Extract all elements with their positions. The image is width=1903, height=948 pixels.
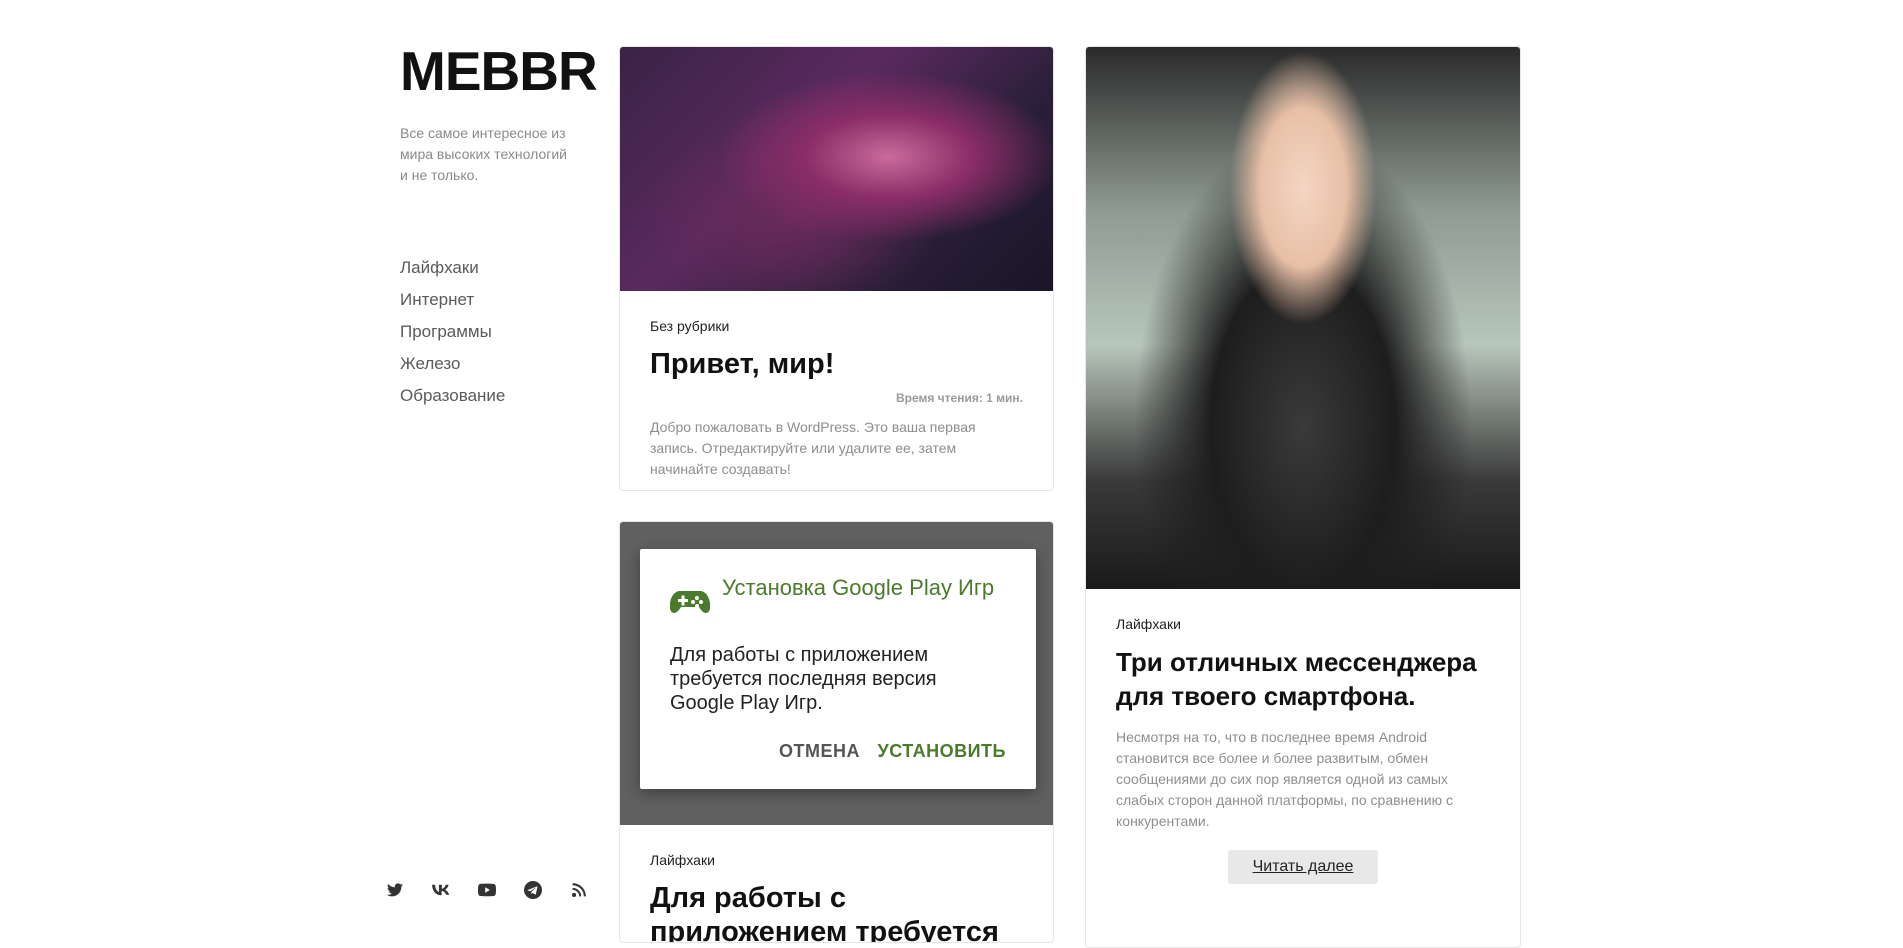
post-category[interactable]: Без рубрики [650,318,1023,334]
rss-icon[interactable] [569,880,589,900]
dialog-install-label: УСТАНОВИТЬ [877,741,1006,761]
post-category[interactable]: Лайфхаки [650,852,1023,868]
dialog-body: Для работы с приложением требуется после… [670,644,937,714]
post-thumbnail[interactable] [1086,47,1520,589]
post-card-google-play[interactable]: Установка Google Play Игр Для работы с п… [619,521,1054,943]
category-nav: Лайфхаки Интернет Программы Железо Образ… [400,252,580,412]
nav-item-education[interactable]: Образование [400,380,580,412]
read-more-button[interactable]: Читать далее [1228,850,1378,884]
nav-item-lifehacks[interactable]: Лайфхаки [400,252,580,284]
post-title[interactable]: Для работы с приложением требуется [650,881,1023,942]
post-card-hello-world[interactable]: Без рубрики Привет, мир! Время чтения: 1… [619,46,1054,491]
post-thumbnail[interactable]: Установка Google Play Игр Для работы с п… [620,522,1053,825]
post-read-time: Время чтения: 1 мин. [895,391,1023,405]
post-title[interactable]: Привет, мир! [650,347,1023,381]
google-play-dialog-image: Установка Google Play Игр Для работы с п… [640,549,1036,789]
dialog-title: Установка Google Play Игр [722,575,995,600]
twitter-icon[interactable] [385,880,405,900]
nav-item-internet[interactable]: Интернет [400,284,580,316]
nav-item-programs[interactable]: Программы [400,316,580,348]
site-tagline: Все самое интересное из мира высоких тех… [400,125,567,183]
vk-icon[interactable] [431,880,451,900]
gamepad-icon [670,591,710,613]
post-title[interactable]: Три отличных мессенджера для твоего смар… [1116,645,1490,713]
post-card-messengers[interactable]: Лайфхаки Три отличных мессенджера для тв… [1085,46,1521,948]
social-links [385,880,589,900]
nav-item-hardware[interactable]: Железо [400,348,580,380]
sidebar: MEBBR Все самое интересное из мира высок… [400,44,598,412]
telegram-icon[interactable] [523,880,543,900]
post-thumbnail[interactable] [620,47,1053,291]
site-logo[interactable]: MEBBR [400,44,598,99]
dialog-cancel-label: ОТМЕНА [779,741,860,761]
post-excerpt: Добро пожаловать в WordPress. Это ваша п… [650,419,976,477]
post-excerpt: Несмотря на то, что в последнее время An… [1116,729,1453,829]
youtube-icon[interactable] [477,880,497,900]
post-category[interactable]: Лайфхаки [1116,616,1490,632]
